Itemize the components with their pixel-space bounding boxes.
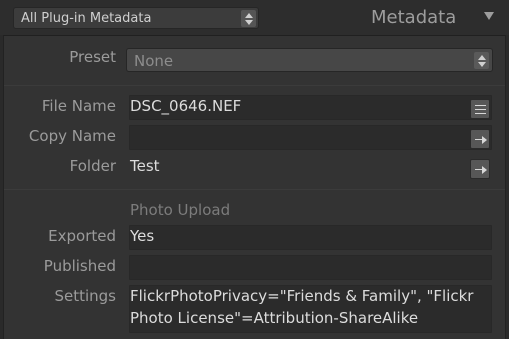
preset-select[interactable]: None	[126, 48, 493, 72]
exported-label: Exported	[48, 227, 116, 245]
up-down-stepper-icon[interactable]	[474, 52, 489, 69]
copy-name-field[interactable]	[129, 125, 492, 150]
preset-label: Preset	[69, 48, 116, 66]
go-arrow-icon[interactable]	[470, 129, 490, 149]
settings-value-line2: Photo License"=Attribution-ShareAlike	[130, 309, 419, 327]
file-name-value: DSC_0646.NEF	[130, 97, 242, 115]
preset-value: None	[134, 52, 174, 70]
collapse-triangle-icon[interactable]	[484, 12, 494, 20]
go-arrow-icon[interactable]	[470, 159, 490, 179]
panel-header: All Plug-in Metadata Metadata	[0, 0, 509, 35]
metadata-view-label: All Plug-in Metadata	[21, 11, 152, 26]
settings-value-line1: FlickrPhotoPrivacy="Friends & Family", "…	[130, 287, 474, 305]
exported-field[interactable]	[129, 225, 492, 250]
folder-value: Test	[130, 157, 160, 175]
list-icon[interactable]	[470, 99, 490, 119]
exported-value: Yes	[130, 227, 155, 245]
copy-name-label: Copy Name	[28, 127, 116, 145]
file-name-label: File Name	[41, 97, 116, 115]
settings-label: Settings	[54, 287, 116, 305]
metadata-view-select[interactable]: All Plug-in Metadata	[13, 7, 259, 29]
divider	[4, 189, 505, 190]
up-down-stepper-icon[interactable]	[241, 10, 256, 27]
panel-title[interactable]: Metadata	[371, 7, 456, 28]
divider	[4, 85, 505, 86]
published-label: Published	[43, 257, 116, 275]
metadata-panel: Preset None File Name DSC_0646.NEF Copy …	[3, 35, 506, 339]
published-field[interactable]	[129, 255, 492, 280]
folder-label: Folder	[69, 157, 116, 175]
photo-upload-section-title: Photo Upload	[130, 201, 231, 219]
